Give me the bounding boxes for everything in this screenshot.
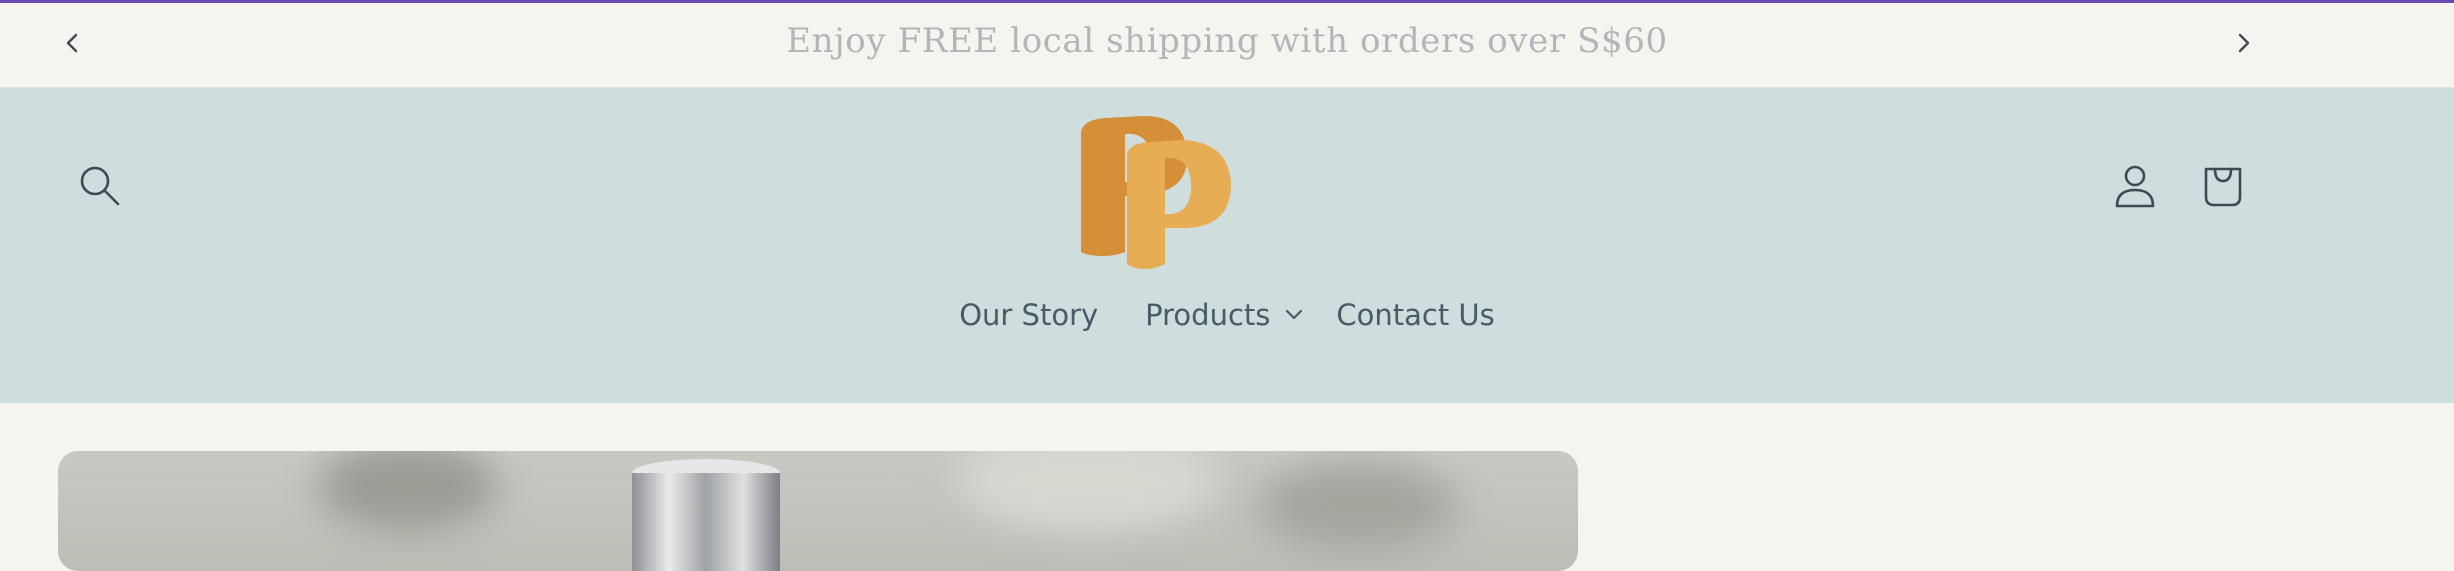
product-image[interactable] — [58, 451, 1578, 571]
nav-item-products[interactable]: Products — [1145, 298, 1304, 332]
search-button[interactable] — [70, 158, 130, 218]
chevron-right-icon — [2234, 31, 2254, 60]
cart-button[interactable] — [2193, 158, 2253, 218]
nav-item-label: Products — [1145, 298, 1271, 332]
nav-item-contact-us[interactable]: Contact Us — [1336, 298, 1494, 332]
announcement-next-button[interactable] — [2228, 29, 2260, 61]
main-nav: Our Story Products Contact Us — [0, 298, 2454, 332]
nav-item-label: Our Story — [959, 298, 1099, 332]
user-icon — [2113, 162, 2157, 215]
announcement-text: Enjoy FREE local shipping with orders ov… — [786, 21, 1668, 61]
nav-item-label: Contact Us — [1336, 298, 1495, 332]
nav-item-our-story[interactable]: Our Story — [959, 298, 1098, 332]
shopping-bag-icon — [2201, 163, 2245, 214]
bottle-cap — [632, 459, 780, 571]
site-logo[interactable] — [1065, 104, 1245, 274]
account-button[interactable] — [2105, 158, 2165, 218]
chevron-down-icon — [1284, 308, 1304, 322]
announcement-bar: Enjoy FREE local shipping with orders ov… — [0, 3, 2454, 88]
site-header: Our Story Products Contact Us — [0, 88, 2454, 403]
search-icon — [78, 164, 122, 213]
